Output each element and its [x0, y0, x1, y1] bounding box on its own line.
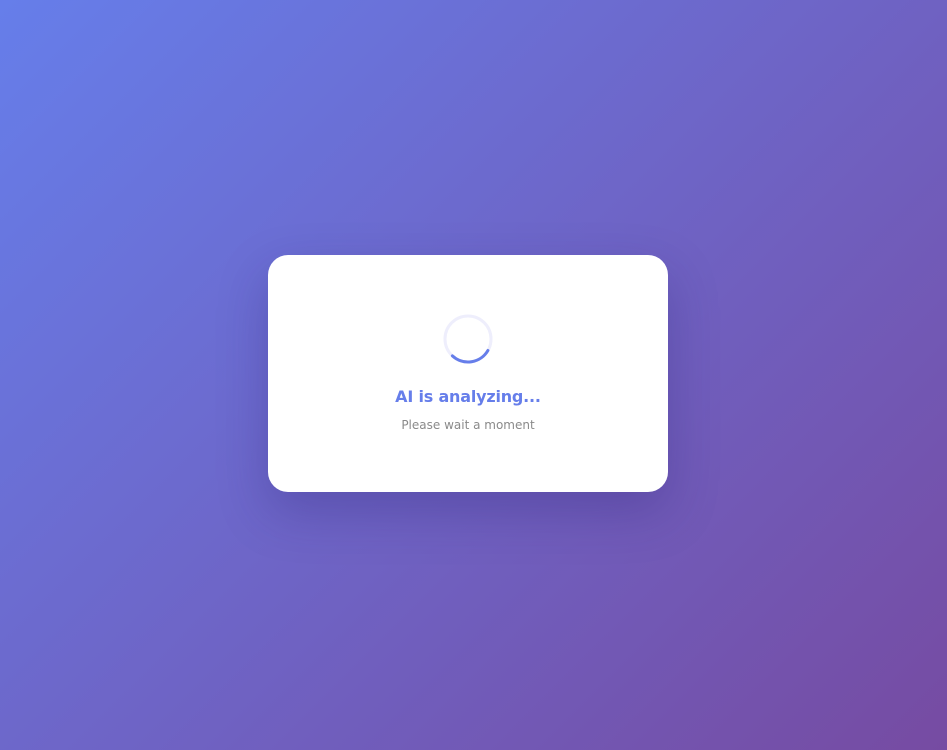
loading-subtitle: Please wait a moment [401, 418, 535, 432]
loading-dialog: AI is analyzing... Please wait a moment [268, 255, 668, 492]
loading-spinner-icon [443, 314, 493, 364]
spinner-graphic [443, 314, 493, 364]
loading-title: AI is analyzing... [395, 387, 541, 406]
spinner-arc [450, 349, 490, 364]
